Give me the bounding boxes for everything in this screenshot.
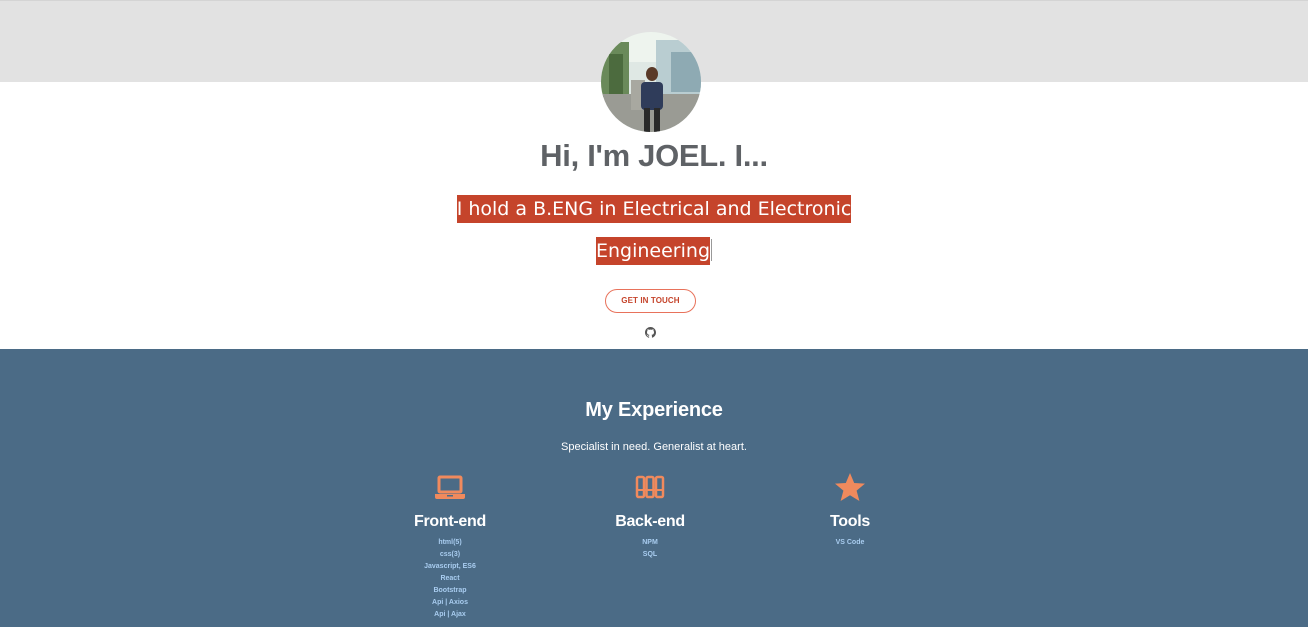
- experience-section: My Experience Specialist in need. Genera…: [0, 349, 1308, 627]
- skill-item: Javascript, ES6: [424, 563, 476, 570]
- column-heading: Front-end: [414, 513, 486, 530]
- skill-item: NPM: [642, 539, 658, 546]
- skill-item: html(5): [438, 539, 462, 546]
- text-cursor: [711, 239, 712, 261]
- server-icon: [635, 475, 665, 499]
- typed-text-line-1: I hold a B.ENG in Electrical and Electro…: [456, 195, 852, 223]
- skill-item: Api | Ajax: [434, 611, 466, 618]
- column-heading: Tools: [830, 513, 870, 530]
- skill-item: css(3): [439, 551, 461, 558]
- typed-tagline: I hold a B.ENG in Electrical and Electro…: [404, 188, 904, 272]
- star-icon: [835, 473, 865, 501]
- skill-list: NPM SQL: [550, 537, 750, 561]
- backend-column: Back-end NPM SQL: [550, 471, 750, 561]
- skill-list: html(5) css(3) Javascript, ES6 React Boo…: [350, 537, 550, 621]
- section-title: My Experience: [585, 399, 723, 421]
- section-subtitle: Specialist in need. Generalist at heart.: [561, 441, 747, 453]
- skill-list: VS Code: [750, 537, 950, 549]
- get-in-touch-button[interactable]: GET IN TOUCH: [605, 289, 696, 313]
- page-title: Hi, I'm JOEL. I...: [540, 138, 768, 173]
- skill-item: React: [440, 575, 460, 582]
- avatar: [601, 32, 701, 132]
- frontend-column: Front-end html(5) css(3) Javascript, ES6…: [350, 471, 550, 621]
- skill-item: VS Code: [835, 539, 865, 546]
- skill-item: SQL: [642, 551, 658, 558]
- skill-item: Api | Axios: [432, 599, 468, 606]
- typed-text-line-2: Engineering: [596, 237, 710, 265]
- tools-column: Tools VS Code: [750, 471, 950, 549]
- github-icon[interactable]: [645, 327, 656, 338]
- column-heading: Back-end: [615, 513, 685, 530]
- skill-item: Bootstrap: [433, 587, 467, 594]
- laptop-icon: [435, 475, 465, 499]
